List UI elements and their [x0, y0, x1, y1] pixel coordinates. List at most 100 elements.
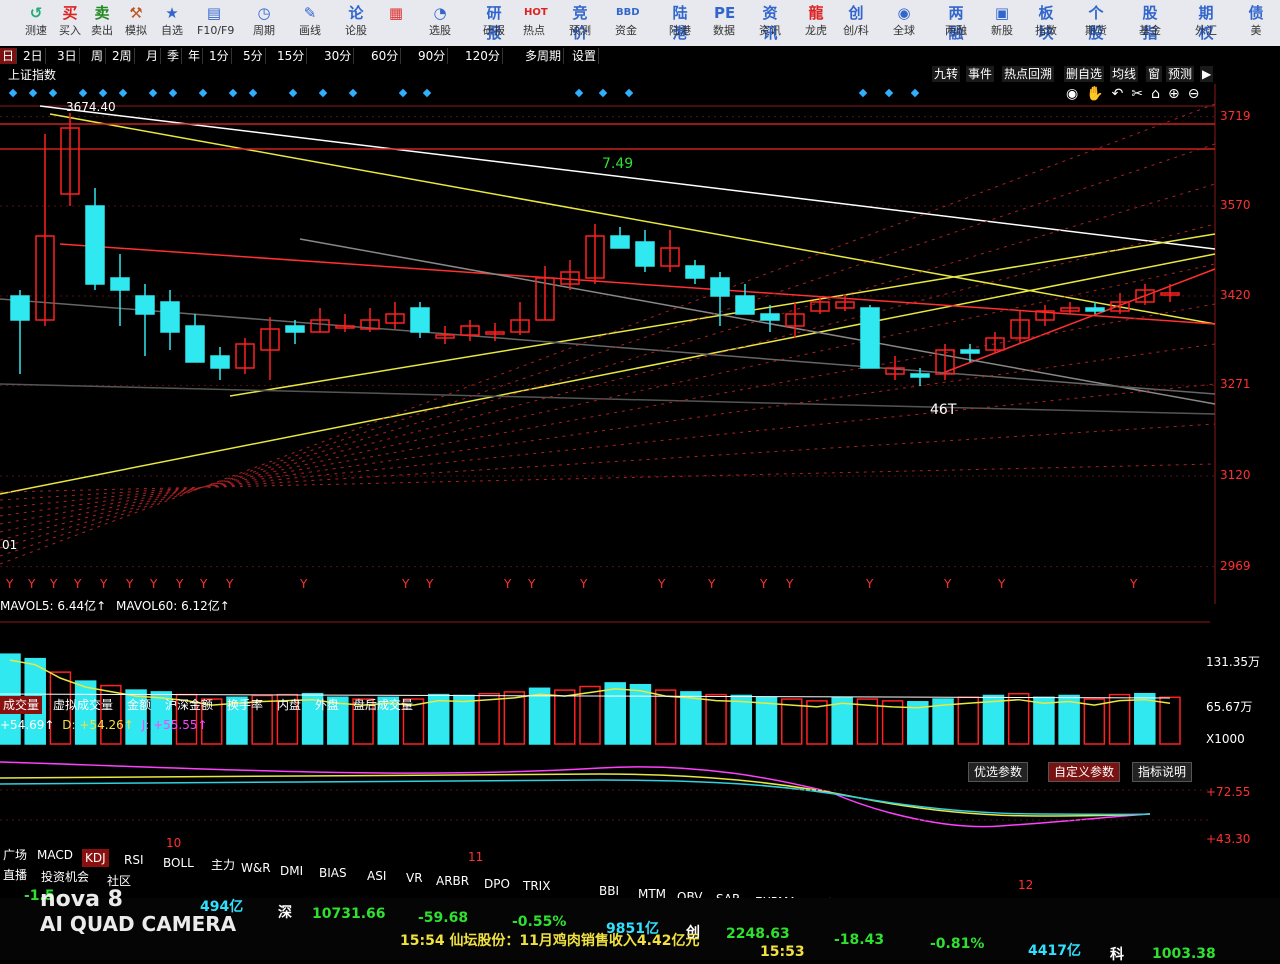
toolbar-button-4[interactable]: ★ 自选 — [155, 2, 189, 44]
chart-tool-2[interactable]: 热点回溯 — [1002, 66, 1055, 82]
chart-tool-6[interactable]: 预测 — [1166, 66, 1195, 82]
signal-y: Y — [657, 577, 666, 591]
left-nav-item-2[interactable]: 投资机会 — [38, 868, 92, 886]
period-13[interactable]: 90分 — [416, 48, 449, 64]
period-2[interactable]: 3日 — [55, 48, 80, 64]
volume-tab-1[interactable]: 虚拟成交量 — [50, 696, 116, 714]
toolbar-button-0[interactable]: ↺ 测速 — [19, 2, 53, 44]
signal-y: Y — [27, 577, 36, 591]
indicator-tab-11[interactable]: DPO — [481, 875, 513, 893]
toolbar-button-18[interactable]: 龍龙虎 — [799, 2, 833, 44]
indicator-tab-7[interactable]: BIAS — [316, 864, 350, 882]
news-headline[interactable]: 15:54 仙坛股份：11月鸡肉销售收入4.42亿元 — [400, 930, 699, 950]
sector-icon: 板块 — [1038, 4, 1054, 42]
chart-tool-5[interactable]: 窗 — [1146, 66, 1163, 82]
fan-line — [0, 383, 1216, 509]
toolbar-button-27[interactable]: 债美 — [1239, 2, 1273, 44]
period-8[interactable]: 1分 — [207, 48, 232, 64]
period-4[interactable]: 2周 — [110, 48, 135, 64]
left-nav-item-1[interactable]: 直播 — [0, 866, 30, 884]
toolbar-button-13[interactable]: 竞价 预测 — [563, 2, 597, 44]
chart-tool-4[interactable]: 均线 — [1110, 66, 1139, 82]
period-9[interactable]: 5分 — [241, 48, 266, 64]
volume-tab-0[interactable]: 成交量 — [0, 696, 43, 714]
toolbar-label: 外汇 — [1195, 24, 1217, 37]
price-tick: 3420 — [1220, 288, 1251, 302]
indicator-tab-5[interactable]: W&R — [238, 859, 274, 877]
period-16[interactable]: 设置 — [570, 48, 600, 64]
signal-y: Y — [125, 577, 134, 591]
toolbar-button-17[interactable]: 资讯 资讯 — [753, 2, 787, 44]
period-1[interactable]: 2日 — [21, 48, 46, 64]
toolbar-button-6[interactable]: ◷ 周期 — [247, 2, 281, 44]
toolbar-button-19[interactable]: 创创/科 — [839, 2, 873, 44]
chart-tool-1[interactable]: 事件 — [966, 66, 995, 82]
fan-line — [0, 183, 1216, 549]
toolbar-button-22[interactable]: ▣ 新股 — [985, 2, 1019, 44]
news-time[interactable]: 15:53 — [760, 944, 805, 960]
signal-y: Y — [865, 577, 874, 591]
period-15[interactable]: 多周期 — [523, 48, 565, 64]
ticker-item: -0.55% — [512, 914, 567, 930]
volume-tab-2[interactable]: 金额 — [124, 696, 154, 714]
indicator-tab-13[interactable] — [568, 880, 574, 898]
candlestick-chart[interactable] — [0, 84, 1280, 604]
volume-tab-7[interactable]: 盘后成交量 — [350, 696, 416, 714]
period-7[interactable]: 年 — [186, 48, 204, 64]
period-14[interactable]: 120分 — [463, 48, 503, 64]
volume-bar — [453, 694, 475, 745]
toolbar-button-10[interactable]: ◔ 选股 — [423, 2, 457, 44]
toolbar-button-7[interactable]: ✎ 画线 — [293, 2, 327, 44]
left-nav-item-0[interactable]: 广场 — [0, 846, 30, 864]
ticker-item: 4417亿 — [1028, 943, 1081, 959]
collapse-arrow-icon[interactable]: ▶ — [1200, 66, 1214, 82]
indicator-tab-9[interactable]: VR — [403, 869, 426, 887]
indicator-tab-3[interactable]: BOLL — [160, 854, 197, 872]
toolbar-button-14[interactable]: BBD 资金 — [609, 2, 643, 44]
period-5[interactable]: 月 — [144, 48, 162, 64]
indicator-tab-12[interactable]: TRIX — [520, 877, 553, 895]
indicator-tab-6[interactable]: DMI — [277, 862, 306, 880]
toolbar-button-11[interactable]: 研报 研报 — [477, 2, 511, 44]
period-11[interactable]: 30分 — [322, 48, 355, 64]
toolbar-button-25[interactable]: 股指 基金 — [1133, 2, 1167, 44]
toolbar-button-1[interactable]: 买买入 — [53, 2, 87, 44]
toolbar-button-8[interactable]: 论论股 — [339, 2, 373, 44]
mavol5-label: MAVOL5: 6.44亿↑ — [0, 599, 107, 613]
toolbar-label: F10/F9 — [197, 24, 235, 37]
indicator-tab-2[interactable]: RSI — [121, 851, 147, 869]
indicator-tab-10[interactable]: ARBR — [433, 872, 472, 890]
toolbar-button-23[interactable]: 板块 指数 — [1029, 2, 1063, 44]
indicator-tab-1[interactable]: KDJ — [82, 848, 109, 867]
period-6[interactable]: 季 — [165, 48, 183, 64]
period-3[interactable]: 周 — [89, 48, 107, 64]
indicator-tab-4[interactable]: 主力 — [208, 856, 238, 874]
indicator-tab-0[interactable]: MACD — [34, 846, 76, 864]
toolbar-button-21[interactable]: 两融 两融 — [939, 2, 973, 44]
chart-tool-3[interactable]: 删自选 — [1064, 66, 1105, 82]
kdj-chart[interactable] — [0, 740, 1210, 840]
chart-tool-0[interactable]: 九转 — [932, 66, 961, 82]
toolbar-button-16[interactable]: PE 数据 — [707, 2, 741, 44]
toolbar-button-9[interactable]: ▦ — [379, 2, 413, 44]
ticker-item: -59.68 — [418, 910, 469, 926]
toolbar-button-12[interactable]: HOT 热点 — [517, 2, 551, 44]
toolbar-button-15[interactable]: 陆港 陆港 — [663, 2, 697, 44]
kdj-k-value: +54.69↑ — [0, 718, 55, 732]
margin-icon: 两融 — [948, 4, 964, 42]
indicator-tab-8[interactable]: ASI — [364, 867, 389, 885]
globe-icon: ◉ — [897, 4, 911, 22]
volume-tab-5[interactable]: 内盘 — [274, 696, 304, 714]
toolbar-button-5[interactable]: ▤ F10/F9 — [197, 2, 235, 44]
volume-tab-6[interactable]: 外盘 — [312, 696, 342, 714]
toolbar-button-20[interactable]: ◉ 全球 — [887, 2, 921, 44]
period-0[interactable]: 日 — [0, 48, 18, 64]
volume-tab-3[interactable]: 沪深金额 — [162, 696, 216, 714]
period-10[interactable]: 15分 — [275, 48, 308, 64]
toolbar-button-24[interactable]: 个股 期货 — [1079, 2, 1113, 44]
volume-tab-4[interactable]: 换手率 — [224, 696, 266, 714]
toolbar-button-26[interactable]: 期权 外汇 — [1189, 2, 1223, 44]
toolbar-button-3[interactable]: ⚒ 模拟 — [119, 2, 153, 44]
toolbar-button-2[interactable]: 卖卖出 — [85, 2, 119, 44]
period-12[interactable]: 60分 — [369, 48, 402, 64]
